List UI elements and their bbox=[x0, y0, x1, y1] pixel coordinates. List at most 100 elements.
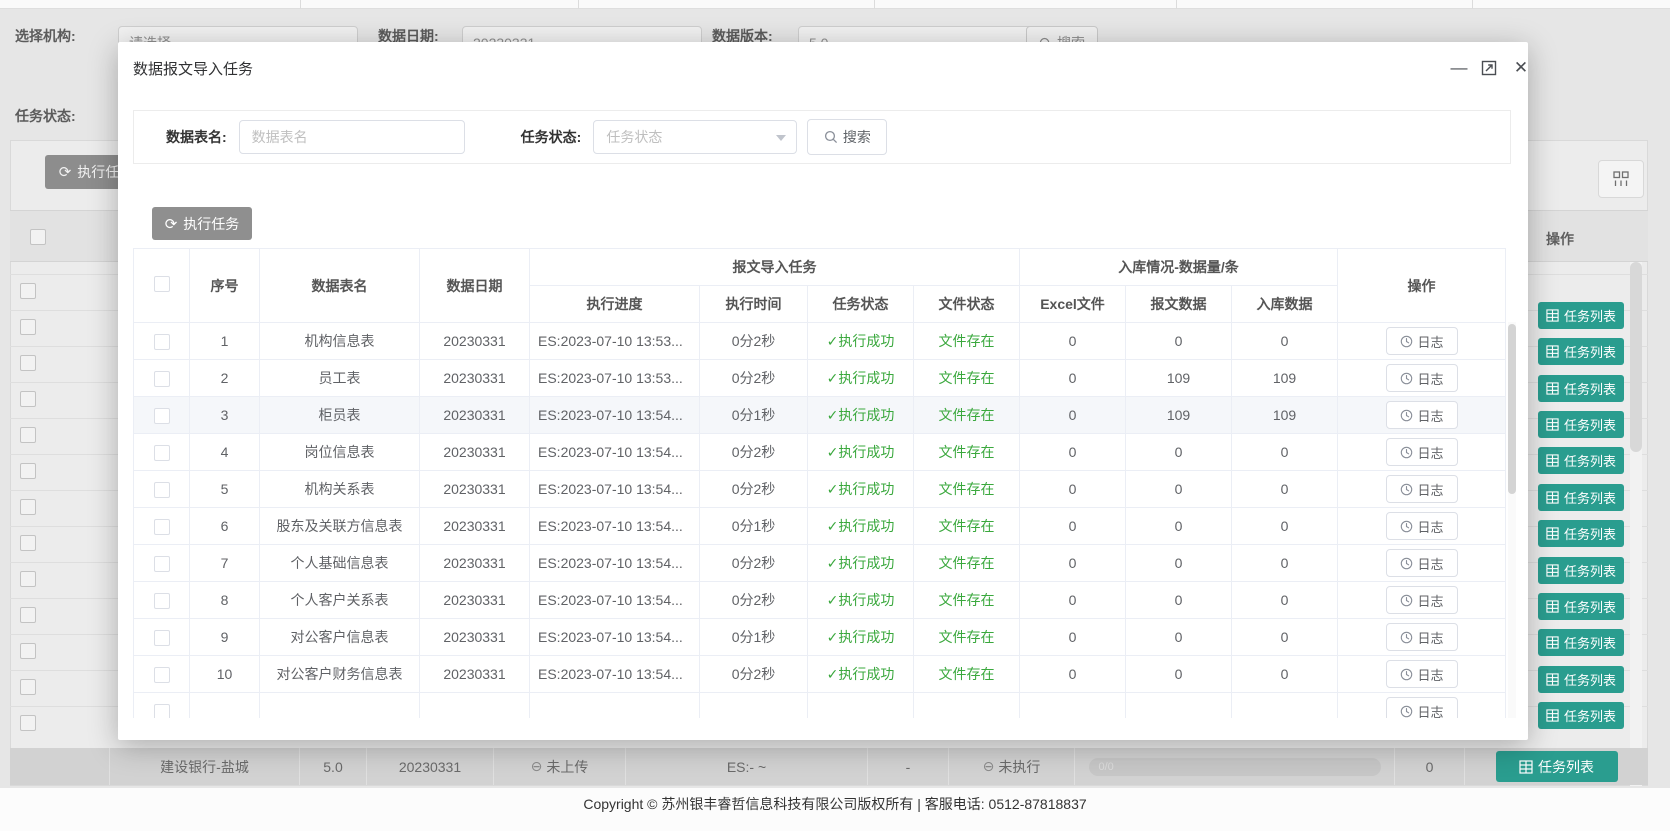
log-button[interactable]: 日志 bbox=[1386, 623, 1458, 651]
task-list-button[interactable]: 任务列表 bbox=[1538, 557, 1624, 584]
row-checkbox[interactable] bbox=[154, 556, 170, 572]
table-row: 9对公客户信息表20230331ES:2023-07-10 13:54...0分… bbox=[134, 619, 1506, 656]
task-status-select[interactable]: 任务状态 bbox=[593, 120, 797, 154]
row-checkbox[interactable] bbox=[154, 408, 170, 424]
modal-scrollbar-thumb[interactable] bbox=[1508, 324, 1516, 494]
check-icon: ✓ bbox=[827, 555, 839, 571]
cell-excel: 0 bbox=[1020, 656, 1126, 693]
log-button[interactable]: 日志 bbox=[1386, 327, 1458, 355]
row-checkbox[interactable] bbox=[154, 630, 170, 646]
cell-file-status: 文件存在 bbox=[914, 656, 1020, 693]
cell-excel: 0 bbox=[1020, 582, 1126, 619]
row-checkbox[interactable] bbox=[154, 371, 170, 387]
task-list-button[interactable]: 任务列表 bbox=[1538, 375, 1624, 402]
task-list-button[interactable]: 任务列表 bbox=[1538, 520, 1624, 547]
cell-table-name: 机构关系表 bbox=[260, 471, 420, 508]
bottom-cell-empty bbox=[10, 748, 110, 785]
circle-minus-icon: ⊖ bbox=[531, 758, 543, 775]
minimize-icon[interactable]: — bbox=[1448, 57, 1470, 79]
log-button[interactable]: 日志 bbox=[1386, 697, 1458, 718]
task-list-button[interactable]: 任务列表 bbox=[1538, 302, 1624, 329]
cell-msg: 109 bbox=[1126, 360, 1232, 397]
row-checkbox[interactable] bbox=[154, 334, 170, 350]
log-button[interactable]: 日志 bbox=[1386, 475, 1458, 503]
col-table-name: 数据表名 bbox=[260, 249, 420, 323]
cell-time: 0分2秒 bbox=[700, 471, 808, 508]
log-button[interactable]: 日志 bbox=[1386, 512, 1458, 540]
row-checkbox[interactable] bbox=[20, 319, 36, 335]
table-row: 7个人基础信息表20230331ES:2023-07-10 13:54...0分… bbox=[134, 545, 1506, 582]
bottom-task-list-button[interactable]: 任务列表 bbox=[1496, 751, 1618, 782]
cell-seq: 4 bbox=[190, 434, 260, 471]
task-list-label: 任务列表 bbox=[1564, 633, 1616, 652]
task-list-label: 任务列表 bbox=[1564, 706, 1616, 725]
row-checkbox[interactable] bbox=[20, 283, 36, 299]
row-checkbox[interactable] bbox=[154, 593, 170, 609]
log-button[interactable]: 日志 bbox=[1386, 549, 1458, 577]
org-select-label: 选择机构: bbox=[15, 26, 76, 46]
execute-task-button[interactable]: ⟳ 执行任务 bbox=[152, 207, 252, 240]
row-checkbox[interactable] bbox=[20, 427, 36, 443]
task-list-button[interactable]: 任务列表 bbox=[1538, 447, 1624, 474]
cell-operation: 日志 bbox=[1338, 619, 1506, 656]
status-text: 执行成功 bbox=[838, 666, 894, 682]
row-checkbox[interactable] bbox=[154, 667, 170, 683]
log-button[interactable]: 日志 bbox=[1386, 401, 1458, 429]
row-checkbox[interactable] bbox=[154, 482, 170, 498]
search-button[interactable]: 搜索 bbox=[807, 119, 887, 155]
task-list-label: 任务列表 bbox=[1564, 306, 1616, 325]
cell-file-status: 文件存在 bbox=[914, 508, 1020, 545]
check-icon: ✓ bbox=[827, 518, 839, 534]
log-button[interactable]: 日志 bbox=[1386, 438, 1458, 466]
table-grid-icon bbox=[1546, 636, 1559, 649]
task-list-button[interactable]: 任务列表 bbox=[1538, 702, 1624, 729]
row-checkbox[interactable] bbox=[20, 355, 36, 371]
grid-columns-icon bbox=[1611, 169, 1631, 189]
row-checkbox[interactable] bbox=[20, 607, 36, 623]
task-list-button[interactable]: 任务列表 bbox=[1538, 411, 1624, 438]
refresh-icon: ⟳ bbox=[59, 163, 72, 181]
row-checkbox[interactable] bbox=[20, 391, 36, 407]
select-all-checkbox[interactable] bbox=[154, 276, 170, 292]
cell-file-status bbox=[914, 693, 1020, 719]
cell-progress: ES:2023-07-10 13:53... bbox=[530, 360, 700, 397]
table-row: 4岗位信息表20230331ES:2023-07-10 13:54...0分2秒… bbox=[134, 434, 1506, 471]
col-stored: 入库数据 bbox=[1232, 286, 1338, 323]
table-grid-icon bbox=[1546, 382, 1559, 395]
bottom-cell-date: 20230331 bbox=[367, 748, 494, 785]
cell-msg bbox=[1126, 693, 1232, 719]
task-list-button[interactable]: 任务列表 bbox=[1538, 666, 1624, 693]
close-icon[interactable]: ✕ bbox=[1510, 57, 1532, 79]
cell-seq: 7 bbox=[190, 545, 260, 582]
row-checkbox[interactable] bbox=[20, 679, 36, 695]
row-checkbox[interactable] bbox=[154, 445, 170, 461]
log-button[interactable]: 日志 bbox=[1386, 364, 1458, 392]
cell-operation: 日志 bbox=[1338, 508, 1506, 545]
row-checkbox[interactable] bbox=[154, 704, 170, 718]
log-button-label: 日志 bbox=[1418, 702, 1444, 719]
row-checkbox[interactable] bbox=[20, 463, 36, 479]
cell-time: 0分2秒 bbox=[700, 545, 808, 582]
background-scrollbar-thumb[interactable] bbox=[1630, 262, 1642, 452]
row-checkbox[interactable] bbox=[20, 499, 36, 515]
task-list-button[interactable]: 任务列表 bbox=[1538, 484, 1624, 511]
log-button[interactable]: 日志 bbox=[1386, 660, 1458, 688]
cell-seq: 8 bbox=[190, 582, 260, 619]
row-checkbox[interactable] bbox=[20, 571, 36, 587]
table-name-input[interactable] bbox=[239, 120, 465, 154]
column-settings-button[interactable] bbox=[1598, 160, 1644, 198]
row-checkbox[interactable] bbox=[154, 519, 170, 535]
cell-msg: 0 bbox=[1126, 508, 1232, 545]
task-list-button[interactable]: 任务列表 bbox=[1538, 338, 1624, 365]
row-checkbox[interactable] bbox=[20, 715, 36, 731]
task-list-button[interactable]: 任务列表 bbox=[1538, 629, 1624, 656]
maximize-icon[interactable] bbox=[1478, 57, 1500, 79]
clock-icon bbox=[1400, 372, 1413, 385]
cell-excel: 0 bbox=[1020, 545, 1126, 582]
task-list-button[interactable]: 任务列表 bbox=[1538, 593, 1624, 620]
row-checkbox[interactable] bbox=[20, 535, 36, 551]
select-all-checkbox[interactable] bbox=[30, 229, 46, 245]
log-button[interactable]: 日志 bbox=[1386, 586, 1458, 614]
col-time: 执行时间 bbox=[700, 286, 808, 323]
row-checkbox[interactable] bbox=[20, 643, 36, 659]
